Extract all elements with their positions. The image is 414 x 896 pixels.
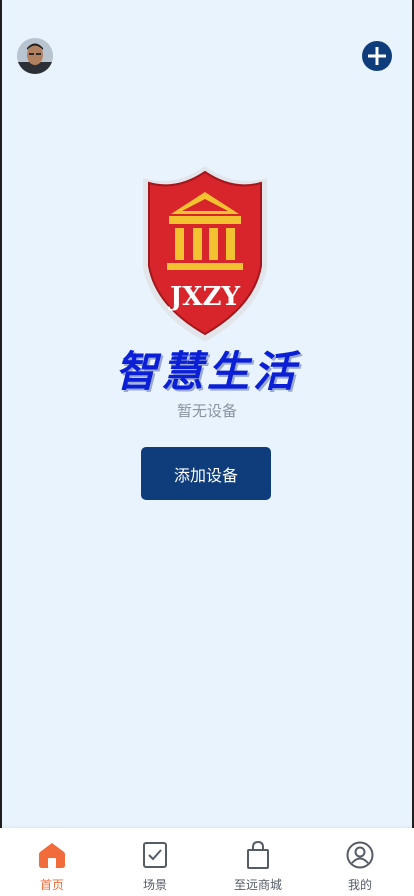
plus-circle-icon[interactable] (362, 41, 392, 71)
shopping-bag-icon (247, 840, 269, 869)
jxzy-logo: JXZY (135, 160, 275, 350)
left-frame-edge (0, 0, 2, 896)
empty-state-text: 暂无设备 (176, 402, 237, 420)
tab-mall-label: 至远商城 (233, 878, 282, 892)
checkbox-icon (143, 842, 167, 868)
avatar[interactable] (17, 38, 53, 74)
tab-home-label: 首页 (39, 878, 64, 892)
home-icon (39, 843, 65, 868)
bottom-tab-bar: 首页 场景 至远商城 我的 (0, 828, 414, 896)
user-icon (346, 841, 374, 869)
tab-mine[interactable]: 我的 (308, 828, 412, 896)
shield-logo-icon: JXZY (143, 166, 267, 342)
tab-home[interactable]: 首页 (0, 828, 104, 896)
add-device-button[interactable]: 添加设备 (141, 447, 271, 500)
tab-mine-label: 我的 (347, 878, 372, 892)
slogan-title: 智慧生活 (114, 347, 299, 396)
tab-scene[interactable]: 场景 (103, 828, 207, 896)
avatar-photo-icon (17, 38, 53, 74)
tab-mall[interactable]: 至远商城 (206, 828, 310, 896)
logo-text: JXZY (168, 282, 240, 312)
tab-scene-label: 场景 (142, 878, 167, 892)
plus-icon (368, 47, 386, 65)
